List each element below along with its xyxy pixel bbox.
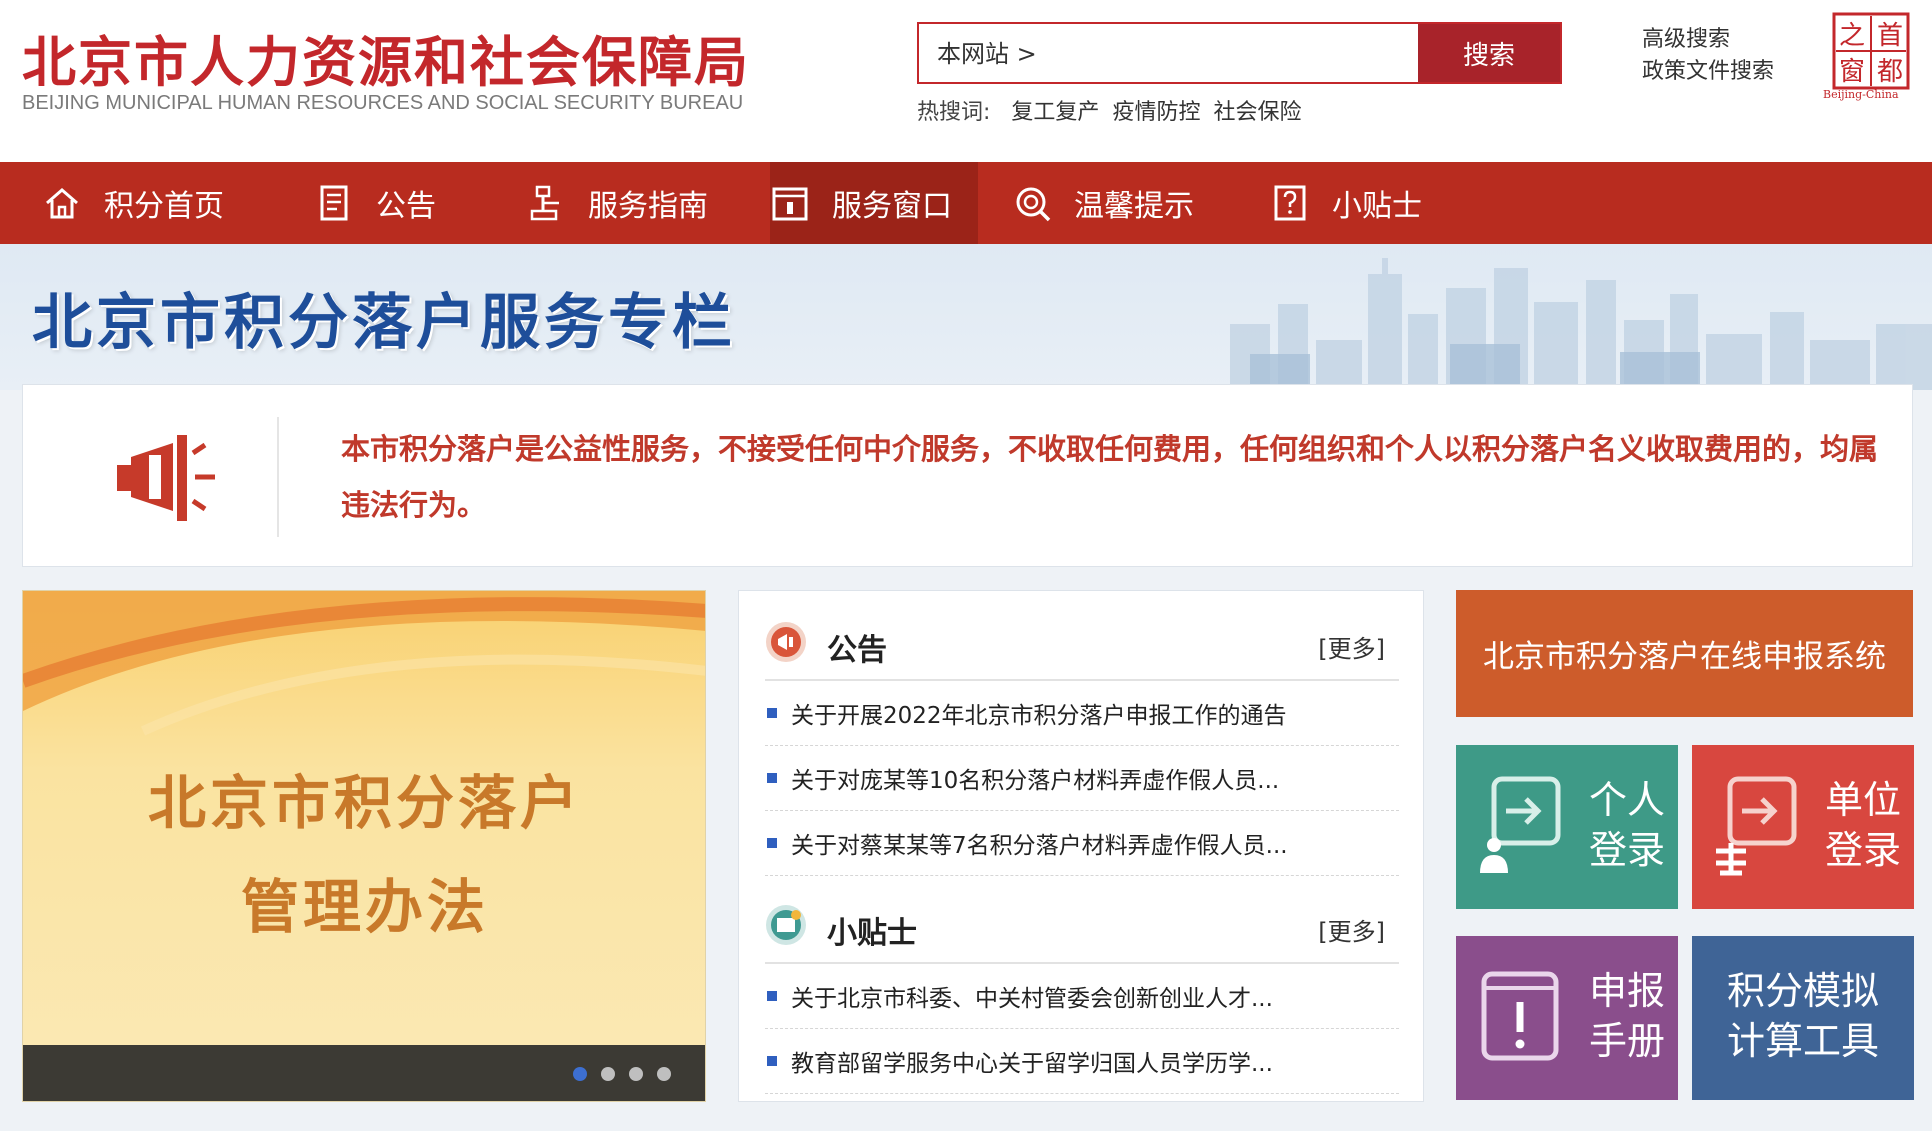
news-item-title: 关于对蔡某某等7名积分落户材料弄虚作假人员...: [791, 833, 1288, 859]
site-title[interactable]: 北京市人力资源和社会保障局: [22, 18, 750, 97]
document-icon: [314, 183, 354, 223]
home-icon: [42, 183, 82, 223]
announcement-icon: [766, 622, 806, 662]
carousel-caption-bar: [23, 1045, 705, 1101]
unit-login-button[interactable]: 单位登录: [1692, 745, 1914, 909]
news-item-title: 关于北京市科委、中关村管委会创新创业人才...: [791, 986, 1273, 1012]
nav-item-reminders[interactable]: 温馨提示: [1012, 162, 1194, 244]
search-box: 本网站 > 搜索: [917, 22, 1562, 84]
news-item[interactable]: 关于北京市科委、中关村管委会创新创业人才...: [765, 964, 1399, 1029]
hot-search-words: 热搜词: 复工复产 疫情防控 社会保险: [917, 94, 1307, 126]
search-links: 高级搜索 政策文件搜索: [1642, 24, 1774, 88]
announcements-title: 公告: [827, 633, 887, 668]
carousel-slide-title[interactable]: 北京市积分落户 管理办法: [23, 751, 705, 959]
announcements-section: 公告 [更多] 关于开展2022年北京市积分落户申报工作的通告 关于对庞某等10…: [765, 591, 1399, 876]
search-button[interactable]: 搜索: [1418, 24, 1560, 82]
megaphone-icon: [117, 435, 215, 521]
site-header: 北京市人力资源和社会保障局 BEIJING MUNICIPAL HUMAN RE…: [0, 0, 1932, 162]
announcements-header: 公告 [更多]: [765, 591, 1399, 681]
nav-item-announcements[interactable]: 公告: [314, 162, 436, 244]
news-item-title: 关于开展2022年北京市积分落户申报工作的通告: [791, 703, 1287, 729]
news-item-title: 教育部留学服务中心关于留学归国人员学历学...: [791, 1051, 1273, 1077]
news-panel: 公告 [更多] 关于开展2022年北京市积分落户申报工作的通告 关于对庞某等10…: [738, 590, 1424, 1102]
main-nav: 积分首页 公告 服务指南 服务窗口 温馨提示 小贴士: [0, 162, 1932, 244]
personal-login-button[interactable]: 个人登录: [1456, 745, 1678, 909]
hot-search-label: 热搜词:: [917, 100, 991, 125]
news-item[interactable]: 关于对蔡某某等7名积分落户材料弄虚作假人员...: [765, 811, 1399, 876]
announcements-more-link[interactable]: [更多]: [1318, 629, 1385, 664]
advanced-search-link[interactable]: 高级搜索: [1642, 24, 1774, 56]
nav-item-label: 温馨提示: [1074, 189, 1194, 224]
carousel[interactable]: 北京市积分落户 管理办法: [22, 590, 706, 1102]
nav-item-label: 服务指南: [588, 189, 708, 224]
news-item-title: 关于对庞某等10名积分落户材料弄虚作假人员...: [791, 768, 1280, 794]
nav-item-label: 公告: [376, 189, 436, 224]
notice-divider: [277, 417, 279, 537]
personal-login-icon: [1480, 776, 1561, 873]
reminder-icon: [1012, 183, 1052, 223]
personal-login-label: 个人登录: [1588, 778, 1665, 872]
bullet-icon: [767, 708, 777, 718]
bullet-icon: [767, 1056, 777, 1066]
points-calculator-label: 积分模拟 计算工具: [1692, 966, 1914, 1066]
guide-icon: [526, 183, 566, 223]
tips-section: 小贴士 [更多] 关于北京市科委、中关村管委会创新创业人才... 教育部留学服务…: [765, 874, 1399, 1094]
tips-title: 小贴士: [827, 916, 917, 951]
carousel-dots: [573, 1067, 671, 1081]
manual-label: 申报手册: [1588, 969, 1665, 1063]
carousel-dot[interactable]: [657, 1067, 671, 1081]
slide-title-line: 管理办法: [240, 873, 489, 941]
nav-item-label: 服务窗口: [832, 189, 952, 224]
hot-search-item[interactable]: 社会保险: [1213, 100, 1301, 125]
bullet-icon: [767, 773, 777, 783]
application-manual-button[interactable]: 申报手册: [1456, 936, 1678, 1100]
hot-search-item[interactable]: 复工复产: [1011, 100, 1099, 125]
tips-more-link[interactable]: [更多]: [1318, 912, 1385, 947]
policy-search-link[interactable]: 政策文件搜索: [1642, 56, 1774, 88]
nav-item-service-window[interactable]: 服务窗口: [770, 162, 978, 244]
unit-login-icon: [1716, 776, 1797, 876]
search-input[interactable]: [1049, 30, 1389, 76]
nav-item-service-guide[interactable]: 服务指南: [526, 162, 708, 244]
window-icon: [770, 183, 810, 223]
capital-seal-logo: 之 首 窗 都: [1832, 12, 1910, 90]
calculator-label-line: 计算工具: [1726, 1019, 1879, 1063]
svg-text:窗: 窗: [1839, 57, 1865, 87]
nav-item-label: 小贴士: [1332, 189, 1422, 224]
news-item[interactable]: 关于对庞某等10名积分落户材料弄虚作假人员...: [765, 746, 1399, 811]
news-item[interactable]: 教育部留学服务中心关于留学归国人员学历学...: [765, 1029, 1399, 1094]
carousel-dot[interactable]: [601, 1067, 615, 1081]
nav-item-label: 积分首页: [104, 189, 224, 224]
news-item[interactable]: 关于开展2022年北京市积分落户申报工作的通告: [765, 681, 1399, 746]
nav-item-points-home[interactable]: 积分首页: [42, 162, 224, 244]
calculator-label-line: 积分模拟: [1726, 969, 1879, 1013]
city-skyline-decoration: [1230, 258, 1932, 390]
hot-search-item[interactable]: 疫情防控: [1112, 100, 1200, 125]
manual-icon: [1481, 971, 1559, 1061]
carousel-dot[interactable]: [629, 1067, 643, 1081]
site-title-en: BEIJING MUNICIPAL HUMAN RESOURCES AND SO…: [22, 92, 744, 114]
points-calculator-button[interactable]: 积分模拟 计算工具: [1692, 936, 1914, 1100]
unit-login-label: 单位登录: [1824, 778, 1901, 872]
notice-text: 本市积分落户是公益性服务，不接受任何中介服务，不收取任何费用，任何组织和个人以积…: [341, 432, 1879, 522]
bullet-icon: [767, 991, 777, 1001]
svg-text:首: 首: [1877, 21, 1903, 51]
anti-fraud-notice: 本市积分落户是公益性服务，不接受任何中介服务，不收取任何费用，任何组织和个人以积…: [22, 384, 1913, 567]
seal-subtitle: Beijing-China: [1823, 88, 1899, 101]
online-application-system-button[interactable]: 北京市积分落户在线申报系统: [1456, 590, 1913, 717]
nav-item-tips[interactable]: 小贴士: [1270, 162, 1422, 244]
search-scope-selector[interactable]: 本网站 >: [937, 34, 1037, 69]
tips-icon: [766, 905, 806, 945]
bullet-icon: [767, 838, 777, 848]
svg-text:都: 都: [1877, 57, 1903, 87]
slide-title-line: 北京市积分落户: [147, 769, 582, 837]
tip-icon: [1270, 183, 1310, 223]
column-title: 北京市积分落户服务专栏: [32, 288, 736, 358]
column-banner: 北京市积分落户服务专栏: [0, 244, 1932, 390]
carousel-dot[interactable]: [573, 1067, 587, 1081]
svg-text:之: 之: [1839, 21, 1865, 51]
tips-header: 小贴士 [更多]: [765, 874, 1399, 964]
